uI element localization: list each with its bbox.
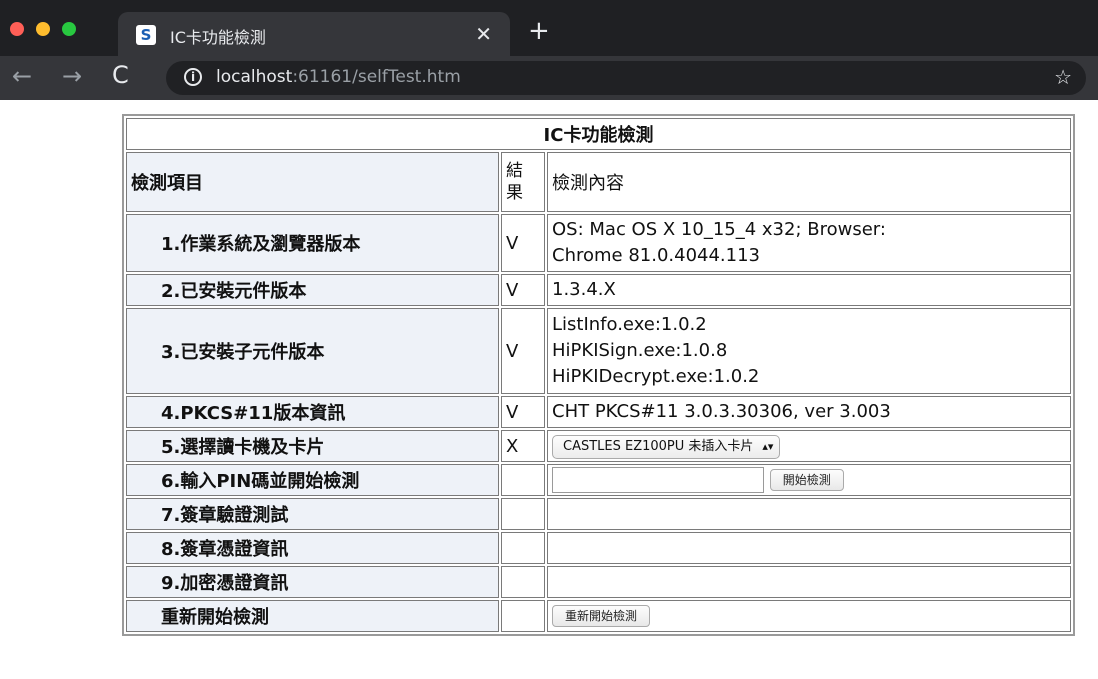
reload-icon[interactable]: C — [112, 61, 129, 89]
favicon-icon: S — [136, 25, 156, 45]
back-icon[interactable]: ← — [12, 62, 32, 90]
star-icon[interactable]: ☆ — [1054, 65, 1072, 89]
row-detail: 1.3.4.X — [547, 274, 1071, 306]
row-result — [501, 600, 545, 632]
address-bar[interactable]: i localhost:61161/selfTest.htm ☆ — [166, 61, 1086, 95]
detail-line: Chrome 81.0.4044.113 — [552, 245, 761, 266]
table-row: 8.簽章憑證資訊 — [126, 532, 1071, 564]
row-detail: 開始檢測 — [547, 464, 1071, 496]
header-result: 結果 — [501, 152, 545, 212]
row-item-label: 6.輸入PIN碼並開始檢測 — [126, 464, 499, 496]
detail-line: ListInfo.exe:1.0.2 — [552, 314, 707, 335]
title-bar: S IC卡功能檢測 ✕ + — [0, 0, 1098, 56]
minimize-window-button[interactable] — [36, 22, 50, 36]
browser-toolbar: ← → C i localhost:61161/selfTest.htm ☆ — [0, 56, 1098, 100]
restart-test-button[interactable]: 重新開始檢測 — [552, 605, 651, 627]
row-result — [501, 566, 545, 598]
card-reader-select[interactable]: CASTLES EZ100PU 未插入卡片 ▴▾ — [552, 434, 781, 459]
chevron-updown-icon: ▴▾ — [762, 439, 774, 453]
url-host: localhost — [216, 67, 293, 87]
row-detail: CHT PKCS#11 3.0.3.30306, ver 3.003 — [547, 396, 1071, 428]
header-detail: 檢測內容 — [547, 152, 1071, 212]
table-row: 重新開始檢測 重新開始檢測 — [126, 600, 1071, 632]
close-icon[interactable]: ✕ — [475, 22, 492, 46]
close-window-button[interactable] — [10, 22, 24, 36]
row-item-label: 1.作業系統及瀏覽器版本 — [126, 214, 499, 272]
row-item-label: 3.已安裝子元件版本 — [126, 308, 499, 394]
page-title: IC卡功能檢測 — [126, 118, 1071, 150]
card-reader-select-value: CASTLES EZ100PU 未插入卡片 — [563, 438, 754, 454]
row-detail: ListInfo.exe:1.0.2 HiPKISign.exe:1.0.8 H… — [547, 308, 1071, 394]
row-detail: CASTLES EZ100PU 未插入卡片 ▴▾ — [547, 430, 1071, 462]
plus-icon[interactable]: + — [528, 16, 550, 46]
row-item-label: 2.已安裝元件版本 — [126, 274, 499, 306]
row-result — [501, 464, 545, 496]
tab-title: IC卡功能檢測 — [170, 28, 266, 47]
detail-line: HiPKISign.exe:1.0.8 — [552, 340, 728, 361]
row-detail — [547, 566, 1071, 598]
row-item-label: 重新開始檢測 — [126, 600, 499, 632]
detail-line: OS: Mac OS X 10_15_4 x32; Browser: — [552, 219, 886, 240]
row-item-label: 4.PKCS#11版本資訊 — [126, 396, 499, 428]
table-row: 9.加密憑證資訊 — [126, 566, 1071, 598]
start-test-button[interactable]: 開始檢測 — [769, 469, 844, 491]
row-result: V — [501, 274, 545, 306]
row-detail — [547, 498, 1071, 530]
table-row: 7.簽章驗證測試 — [126, 498, 1071, 530]
table-row: 1.作業系統及瀏覽器版本 V OS: Mac OS X 10_15_4 x32;… — [126, 214, 1071, 272]
url-path: :61161/selfTest.htm — [292, 67, 461, 87]
url-text[interactable]: localhost:61161/selfTest.htm — [216, 67, 461, 87]
forward-icon[interactable]: → — [62, 62, 82, 90]
row-detail: 重新開始檢測 — [547, 600, 1071, 632]
row-item-label: 7.簽章驗證測試 — [126, 498, 499, 530]
row-item-label: 5.選擇讀卡機及卡片 — [126, 430, 499, 462]
table-row: 5.選擇讀卡機及卡片 X CASTLES EZ100PU 未插入卡片 ▴▾ — [126, 430, 1071, 462]
table-row: 6.輸入PIN碼並開始檢測 開始檢測 — [126, 464, 1071, 496]
self-test-table: IC卡功能檢測 檢測項目 結果 檢測內容 1.作業系統及瀏覽器版本 V OS: … — [122, 114, 1075, 636]
table-row: 2.已安裝元件版本 V 1.3.4.X — [126, 274, 1071, 306]
header-item: 檢測項目 — [126, 152, 499, 212]
detail-line: CHT PKCS#11 3.0.3.30306, ver 3.003 — [552, 401, 891, 422]
row-result: V — [501, 396, 545, 428]
table-row: 4.PKCS#11版本資訊 V CHT PKCS#11 3.0.3.30306,… — [126, 396, 1071, 428]
pin-input[interactable] — [552, 467, 764, 493]
browser-tab[interactable]: S IC卡功能檢測 ✕ — [118, 12, 510, 56]
row-result: X — [501, 430, 545, 462]
row-result: V — [501, 214, 545, 272]
detail-line: HiPKIDecrypt.exe:1.0.2 — [552, 366, 760, 387]
row-item-label: 9.加密憑證資訊 — [126, 566, 499, 598]
detail-line: 1.3.4.X — [552, 279, 616, 300]
row-result — [501, 498, 545, 530]
row-result: V — [501, 308, 545, 394]
table-row: 3.已安裝子元件版本 V ListInfo.exe:1.0.2 HiPKISig… — [126, 308, 1071, 394]
info-icon[interactable]: i — [184, 68, 202, 86]
row-detail: OS: Mac OS X 10_15_4 x32; Browser: Chrom… — [547, 214, 1071, 272]
row-detail — [547, 532, 1071, 564]
row-result — [501, 532, 545, 564]
page-content: IC卡功能檢測 檢測項目 結果 檢測內容 1.作業系統及瀏覽器版本 V OS: … — [0, 100, 1098, 679]
browser-chrome: S IC卡功能檢測 ✕ + ← → C i localhost:61161/se… — [0, 0, 1098, 100]
row-item-label: 8.簽章憑證資訊 — [126, 532, 499, 564]
zoom-window-button[interactable] — [62, 22, 76, 36]
